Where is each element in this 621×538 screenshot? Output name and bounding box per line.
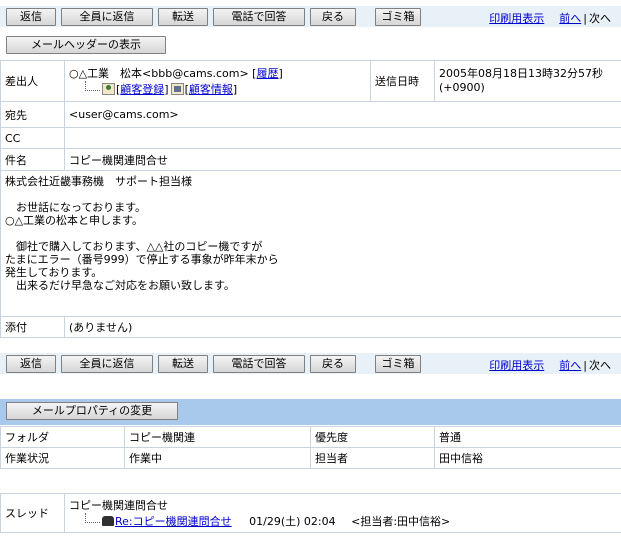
mail-body: 株式会社近畿事務機 サポート担当様 お世話になっております。 ○△工業の松本と申… — [5, 175, 279, 292]
phone-reply-button-bottom[interactable]: 電話で回答 — [213, 355, 305, 373]
print-view-link[interactable]: 印刷用表示 — [489, 12, 544, 25]
thread-child-assignee: <担当者:田中信裕> — [351, 514, 451, 528]
attach-value: (ありません) — [64, 316, 621, 338]
next-label: 次へ — [589, 12, 611, 25]
mail-table: 差出人 ○△工業 松本<bbb@cams.com> [履歴] [顧客登録] [顧客… — [0, 60, 621, 338]
subject-value: コピー機関連問合せ — [64, 148, 621, 171]
cc-value — [64, 127, 621, 149]
nav-separator: | — [583, 12, 587, 25]
thread-table: スレッド コピー機関連問合せ Re:コピー機関連問合せ 01/29(土) 02:… — [0, 493, 621, 533]
to-value: <user@cams.com> — [64, 101, 621, 128]
trash-button[interactable]: ゴミ箱 — [375, 8, 421, 26]
forward-button[interactable]: 転送 — [158, 8, 208, 26]
priority-value: 普通 — [434, 426, 621, 448]
nav-separator-bottom: | — [583, 359, 587, 372]
from-cell: ○△工業 松本<bbb@cams.com> [履歴] [顧客登録] [顧客情報] — [64, 60, 371, 102]
customer-register-link[interactable]: 顧客登録 — [120, 83, 164, 96]
bottom-toolbar: 返信 全員に返信 転送 電話で回答 戻る ゴミ箱 印刷用表示 前へ | 次へ — [0, 353, 621, 374]
nav-links: 印刷用表示 前へ | 次へ — [489, 10, 611, 26]
sent-label: 送信日時 — [370, 60, 435, 102]
back-button-bottom[interactable]: 戻る — [310, 355, 356, 373]
attach-label: 添付 — [0, 316, 65, 338]
reply-button-bottom[interactable]: 返信 — [6, 355, 56, 373]
reply-all-button-bottom[interactable]: 全員に返信 — [61, 355, 153, 373]
nav-links-bottom: 印刷用表示 前へ | 次へ — [489, 357, 611, 373]
thread-child-row: Re:コピー機関連問合せ 01/29(土) 02:04 <担当者:田中信裕> — [69, 512, 617, 529]
from-label: 差出人 — [0, 60, 65, 102]
prev-link[interactable]: 前へ — [559, 12, 581, 25]
assignee-value: 田中信裕 — [434, 447, 621, 469]
reply-all-button[interactable]: 全員に返信 — [61, 8, 153, 26]
cc-label: CC — [0, 127, 65, 149]
phone-icon — [102, 515, 114, 526]
status-label: 作業状況 — [0, 447, 125, 469]
thread-root: コピー機関連問合せ — [69, 498, 168, 512]
thread-child-link[interactable]: Re:コピー機関連問合せ — [115, 515, 232, 528]
sent-value-date: 2005年08月18日13時32分57秒 — [439, 67, 603, 80]
properties-bar: メールプロパティの変更 — [0, 399, 621, 425]
sent-cell: 2005年08月18日13時32分57秒 (+0900) — [434, 60, 621, 102]
top-toolbar: 返信 全員に返信 転送 電話で回答 戻る ゴミ箱 印刷用表示 前へ | 次へ — [0, 6, 621, 27]
thread-cell: コピー機関連問合せ Re:コピー機関連問合せ 01/29(土) 02:04 <担… — [64, 493, 621, 533]
thread-child-date: 01/29(土) 02:04 — [249, 514, 336, 528]
properties-table: フォルダ コピー機関連 優先度 普通 作業状況 作業中 担当者 田中信裕 — [0, 426, 621, 469]
body-cell: 株式会社近畿事務機 サポート担当様 お世話になっております。 ○△工業の松本と申… — [0, 170, 621, 317]
from-value: ○△工業 松本<bbb@cams.com> — [69, 66, 249, 80]
reply-button[interactable]: 返信 — [6, 8, 56, 26]
history-link[interactable]: 履歴 — [256, 67, 278, 80]
customer-info-icon — [170, 82, 184, 95]
folder-value: コピー機関連 — [124, 426, 311, 448]
thread-tree-connector — [85, 512, 100, 523]
back-button[interactable]: 戻る — [310, 8, 356, 26]
folder-label: フォルダ — [0, 426, 125, 448]
tree-connector — [85, 80, 100, 91]
sent-value-tz: (+0900) — [439, 81, 485, 94]
thread-label: スレッド — [0, 493, 65, 533]
customer-info-link[interactable]: 顧客情報 — [189, 83, 233, 96]
status-value: 作業中 — [124, 447, 311, 469]
priority-label: 優先度 — [310, 426, 435, 448]
customer-register-icon — [102, 82, 115, 95]
show-header-button[interactable]: メールヘッダーの表示 — [6, 36, 166, 54]
change-properties-button[interactable]: メールプロパティの変更 — [6, 402, 178, 420]
assignee-label: 担当者 — [310, 447, 435, 469]
print-view-link-bottom[interactable]: 印刷用表示 — [489, 359, 544, 372]
trash-button-bottom[interactable]: ゴミ箱 — [375, 355, 421, 373]
next-label-bottom: 次へ — [589, 359, 611, 372]
forward-button-bottom[interactable]: 転送 — [158, 355, 208, 373]
subject-label: 件名 — [0, 148, 65, 171]
to-label: 宛先 — [0, 101, 65, 128]
prev-link-bottom[interactable]: 前へ — [559, 359, 581, 372]
phone-reply-button[interactable]: 電話で回答 — [213, 8, 305, 26]
